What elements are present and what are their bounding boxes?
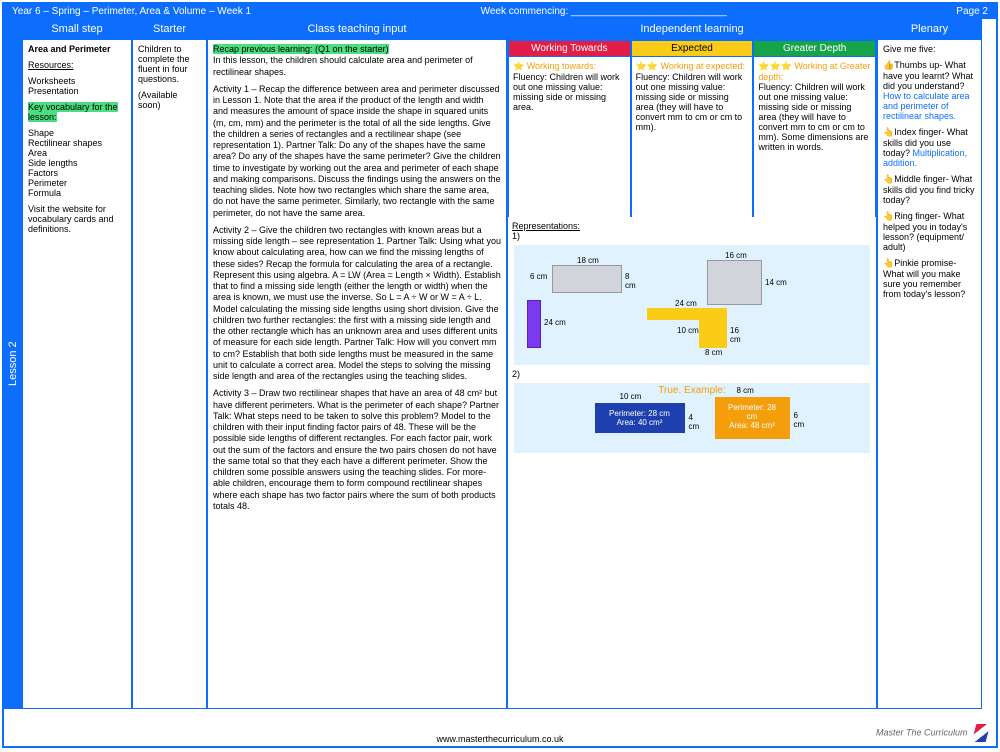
header-plenary: Plenary <box>877 19 982 39</box>
plenary-intro: Give me five: <box>883 44 976 54</box>
top-bar: Year 6 – Spring – Perimeter, Area & Volu… <box>4 4 996 19</box>
gd-text: Fluency: Children will work out one miss… <box>758 82 871 152</box>
dim-label: 10 cm <box>677 326 699 335</box>
dim-label: 18 cm <box>577 256 599 265</box>
middle-text: 👆Middle finger- What skills did you find… <box>883 174 975 205</box>
dim-label: 16 cm <box>730 326 741 344</box>
lesson-title: Area and Perimeter <box>28 44 126 54</box>
starter-text: Children to complete the fluent in four … <box>138 44 201 84</box>
dim-label: 14 cm <box>765 278 787 287</box>
rep-label: Representations: <box>512 221 872 231</box>
title-left: Year 6 – Spring – Perimeter, Area & Volu… <box>12 6 251 17</box>
logo-text: Master The Curriculum <box>876 727 968 737</box>
thumb-answer: How to calculate area and perimeter of r… <box>883 91 970 121</box>
lesson-plan-page: Year 6 – Spring – Perimeter, Area & Volu… <box>2 2 998 748</box>
wt-header: Working Towards <box>508 40 631 57</box>
gd-content: ⭐⭐⭐ Working at Greater depth: Fluency: C… <box>753 57 876 217</box>
plenary-col: Give me five: 👍Thumbs up- What have you … <box>877 39 982 709</box>
perimeter-box-2: Perimeter: 28 cm Area: 48 cm² <box>715 397 790 439</box>
vocab-list: Shape Rectilinear shapes Area Side lengt… <box>28 128 126 198</box>
starter-col: Children to complete the fluent in four … <box>132 39 207 709</box>
logo-stripe-icon <box>972 724 991 742</box>
activity-3: Activity 3 – Draw two rectilinear shapes… <box>213 388 501 512</box>
star-icon: ⭐ Working towards: <box>513 61 596 71</box>
ex-text: Fluency: Children will work out one miss… <box>636 72 749 132</box>
header-independent: Independent learning <box>507 19 877 39</box>
small-step-col: Area and Perimeter Resources: Worksheets… <box>22 39 132 709</box>
perimeter-box-1: Perimeter: 28 cm Area: 40 cm² <box>595 403 685 433</box>
purple-shape <box>527 300 541 348</box>
ring-text: 👆Ring finger- What helped you in today's… <box>883 211 967 252</box>
resources-label: Resources: <box>28 60 126 70</box>
wt-text: Fluency: Children will work out one miss… <box>513 72 626 112</box>
box2-text: Perimeter: 28 cm Area: 48 cm² <box>728 403 776 430</box>
rep2-diagram: True. Example: 10 cm Perimeter: 28 cm Ar… <box>514 383 870 453</box>
rep1-number: 1) <box>512 231 520 241</box>
star-icon: ⭐⭐ Working at expected: <box>636 61 745 71</box>
wt-content: ⭐ Working towards: Fluency: Children wil… <box>508 57 631 217</box>
title-mid: Week commencing: _______________________… <box>481 6 727 17</box>
dim-label: 16 cm <box>725 251 747 260</box>
dim-label: 24 cm <box>544 318 566 327</box>
rep2-title: True. Example: <box>514 385 870 396</box>
l-shape-side <box>699 308 727 348</box>
resources-list: Worksheets Presentation <box>28 76 126 96</box>
starter-note: (Available soon) <box>138 90 201 110</box>
thumb-text: 👍Thumbs up- What have you learnt? What d… <box>883 60 973 91</box>
vocab-label: Key vocabulary for the lesson: <box>28 102 118 122</box>
star-icon: ⭐⭐⭐ Working at Greater depth: <box>758 61 870 82</box>
dim-label: 8 cm <box>625 272 636 290</box>
header-starter: Starter <box>132 19 207 39</box>
dim-label: 6 cm <box>530 272 547 281</box>
logo: Master The Curriculum <box>876 724 988 742</box>
dim-label: 4 cm <box>689 413 700 431</box>
recap-heading: Recap previous learning: (Q1 on the star… <box>213 44 389 54</box>
box1-text: Perimeter: 28 cm Area: 40 cm² <box>609 409 670 427</box>
rect2-shape <box>707 260 762 305</box>
gd-header: Greater Depth <box>753 40 876 57</box>
activity-2: Activity 2 – Give the children two recta… <box>213 225 501 383</box>
rep1-diagram: 18 cm 6 cm 8 cm 24 cm 16 cm 14 cm <box>514 245 870 365</box>
dim-label: 10 cm <box>620 392 642 401</box>
dim-label: 6 cm <box>794 411 805 429</box>
activity-1: Activity 1 – Recap the difference betwee… <box>213 84 501 219</box>
header-small-step: Small step <box>22 19 132 39</box>
vocab-note: Visit the website for vocabulary cards a… <box>28 204 126 234</box>
ex-header: Expected <box>631 40 754 57</box>
lesson-tab: Lesson 2 <box>4 19 22 709</box>
dim-label: 8 cm <box>737 386 754 395</box>
title-right: Page 2 <box>956 6 988 17</box>
ex-content: ⭐⭐ Working at expected: Fluency: Childre… <box>631 57 754 217</box>
dim-label: 8 cm <box>705 348 722 357</box>
dim-label: 24 cm <box>675 299 697 308</box>
independent-col: Working Towards Expected Greater Depth ⭐… <box>507 39 877 709</box>
rect-shape <box>552 265 622 293</box>
teaching-col: Recap previous learning: (Q1 on the star… <box>207 39 507 709</box>
representations-section: Representations: 1) 18 cm 6 cm 8 cm 24 c… <box>508 217 876 461</box>
header-teaching: Class teaching input <box>207 19 507 39</box>
rep2-number: 2) <box>512 369 520 379</box>
pinkie-text: 👆Pinkie promise- What will you make sure… <box>883 258 965 299</box>
footer-url: www.masterthecurriculum.co.uk <box>4 734 996 744</box>
teaching-intro: In this lesson, the children should calc… <box>213 55 501 78</box>
